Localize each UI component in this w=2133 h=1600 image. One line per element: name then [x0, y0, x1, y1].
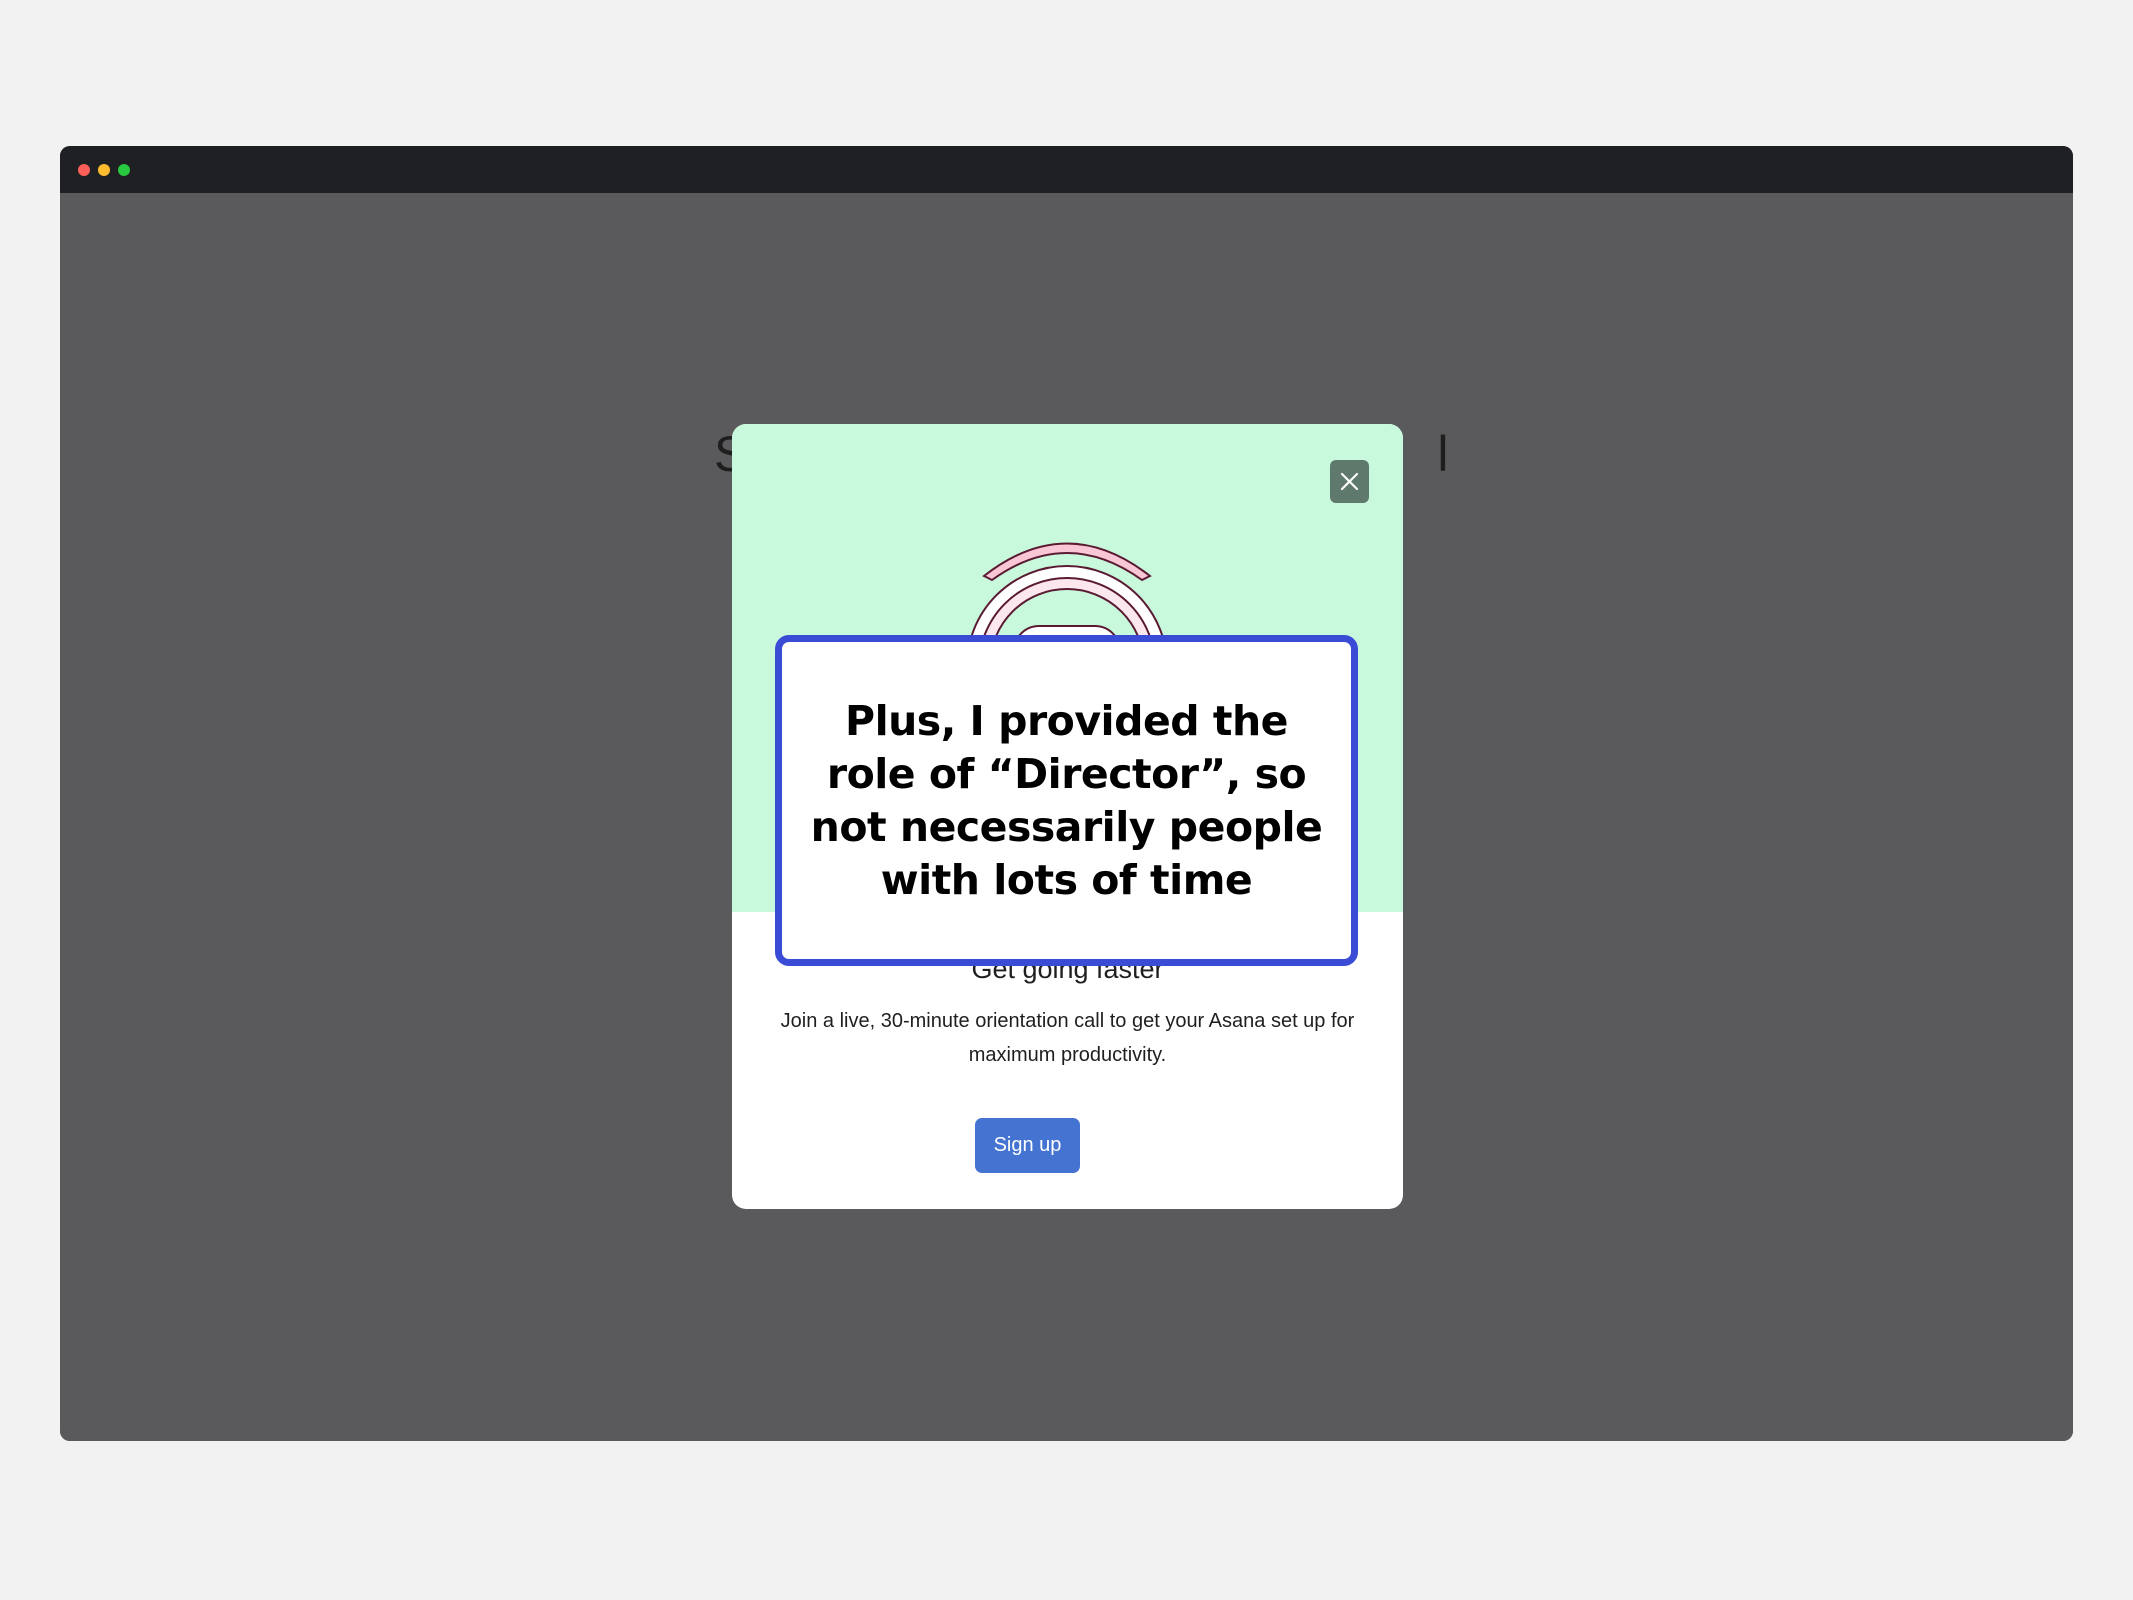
- background-heading-end: l: [1437, 426, 1449, 482]
- window-titlebar: [60, 146, 2073, 193]
- modal-description: Join a live, 30-minute orientation call …: [780, 1010, 1355, 1066]
- minimize-window-button[interactable]: [98, 164, 110, 176]
- close-icon: [1340, 472, 1359, 491]
- sign-up-button[interactable]: Sign up: [975, 1118, 1080, 1173]
- annotation-callout: Plus, I provided the role of “Director”,…: [775, 635, 1358, 966]
- close-button[interactable]: [1330, 460, 1369, 503]
- annotation-text: Plus, I provided the role of “Director”,…: [810, 696, 1323, 904]
- close-window-button[interactable]: [78, 164, 90, 176]
- maximize-window-button[interactable]: [118, 164, 130, 176]
